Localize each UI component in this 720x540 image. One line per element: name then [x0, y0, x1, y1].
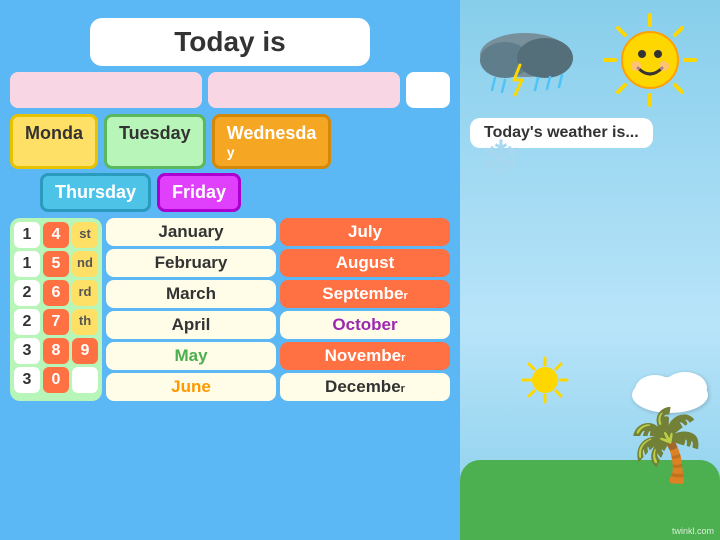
today-is-label: Today is — [90, 18, 370, 66]
year-input-field[interactable] — [406, 72, 450, 108]
left-panel: Today is Monda Tuesday Wednesday Thursda… — [0, 0, 460, 540]
month-june[interactable]: June — [106, 373, 276, 401]
right-panel: Today's weather is... ❄ — [460, 0, 720, 540]
date-5[interactable]: 5 — [43, 251, 69, 277]
month-september[interactable]: September — [280, 280, 450, 308]
palm-tree-graphic: 🌴 — [623, 410, 710, 480]
month-march[interactable]: March — [106, 280, 276, 308]
month-december[interactable]: December — [280, 373, 450, 401]
tuesday-button[interactable]: Tuesday — [104, 114, 206, 169]
thursday-button[interactable]: Thursday — [40, 173, 151, 212]
date-3b[interactable]: 3 — [14, 367, 40, 393]
months-right-col: July August September October November D… — [280, 218, 450, 401]
friday-button[interactable]: Friday — [157, 173, 241, 212]
suffix-nd[interactable]: nd — [72, 251, 98, 277]
suffix-st[interactable]: st — [72, 222, 98, 248]
date-1[interactable]: 1 — [14, 222, 40, 248]
wednesday-button[interactable]: Wednesday — [212, 114, 332, 169]
date-4[interactable]: 4 — [43, 222, 69, 248]
small-sun-graphic — [520, 355, 570, 410]
month-november[interactable]: November — [280, 342, 450, 370]
sun-graphic — [600, 10, 700, 110]
input-row — [10, 72, 450, 108]
storm-cloud-graphic — [470, 20, 580, 105]
suffix-rd[interactable]: rd — [72, 280, 98, 306]
monday-button[interactable]: Monda — [10, 114, 98, 169]
month-february[interactable]: February — [106, 249, 276, 277]
date-8[interactable]: 8 — [43, 338, 69, 364]
suffix-th[interactable]: th — [72, 309, 98, 335]
month-july[interactable]: July — [280, 218, 450, 246]
date-empty — [72, 367, 98, 393]
date-0[interactable]: 0 — [43, 367, 69, 393]
month-august[interactable]: August — [280, 249, 450, 277]
day-input-field[interactable] — [10, 72, 202, 108]
days-row-1: Monda Tuesday Wednesday — [10, 114, 450, 169]
date-6[interactable]: 6 — [43, 280, 69, 306]
days-section: Monda Tuesday Wednesday Thursday Friday — [10, 114, 450, 212]
month-october[interactable]: October — [280, 311, 450, 339]
days-row-2: Thursday Friday — [40, 173, 450, 212]
date-2b[interactable]: 2 — [14, 309, 40, 335]
date-input-field[interactable] — [208, 72, 400, 108]
bottom-section: 1 4 st 1 5 nd 2 6 rd 2 7 th 3 8 9 3 0 Ja… — [10, 218, 450, 401]
date-2[interactable]: 2 — [14, 280, 40, 306]
month-april[interactable]: April — [106, 311, 276, 339]
date-1b[interactable]: 1 — [14, 251, 40, 277]
date-picker: 1 4 st 1 5 nd 2 6 rd 2 7 th 3 8 9 3 0 — [10, 218, 102, 401]
months-left-col: January February March April May June — [106, 218, 276, 401]
date-9[interactable]: 9 — [72, 338, 98, 364]
date-7[interactable]: 7 — [43, 309, 69, 335]
snowflake-graphic: ❄ — [480, 130, 522, 188]
month-may[interactable]: May — [106, 342, 276, 370]
month-january[interactable]: January — [106, 218, 276, 246]
twinkl-badge: twinkl.com — [672, 526, 714, 536]
date-3[interactable]: 3 — [14, 338, 40, 364]
